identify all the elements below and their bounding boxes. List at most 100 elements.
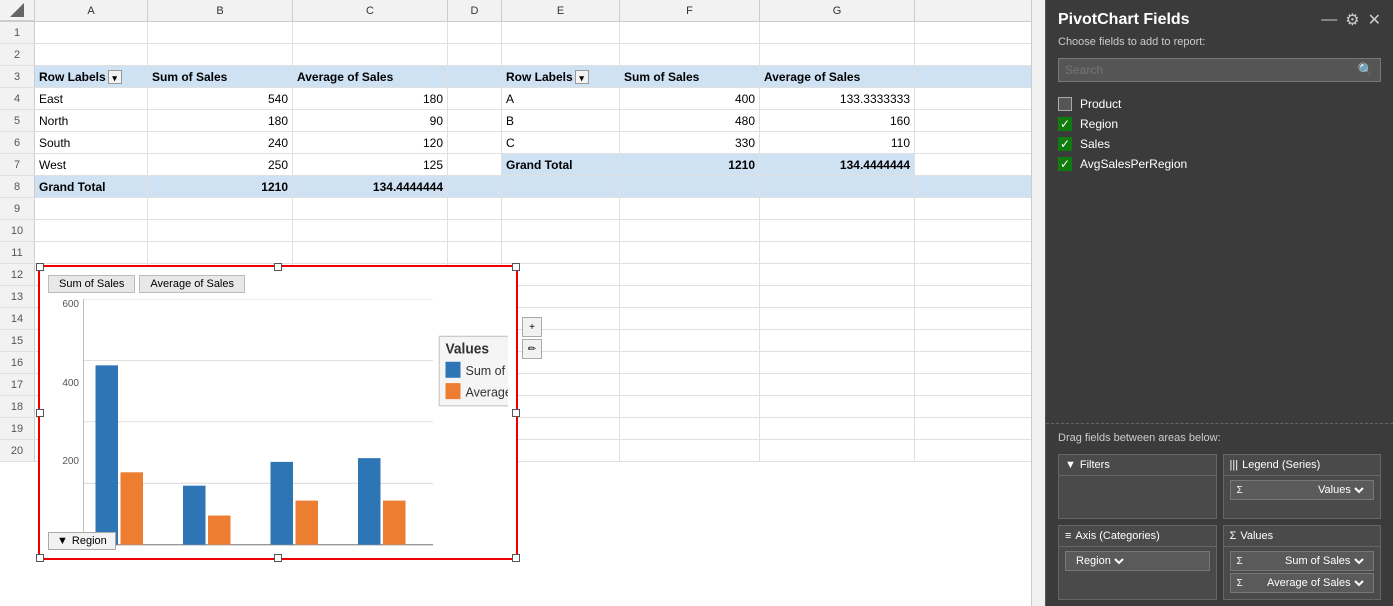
cell-c4[interactable]: 180 (293, 88, 448, 109)
close-button[interactable]: ✕ (1368, 10, 1381, 30)
cell-c5[interactable]: 90 (293, 110, 448, 131)
values-avg-chip[interactable]: Σ Average of Sales (1230, 573, 1375, 593)
cell-g1[interactable] (760, 22, 915, 43)
cell-f3[interactable]: Sum of Sales (620, 66, 760, 87)
cell-d1[interactable] (448, 22, 502, 43)
drag-area-values[interactable]: Σ Values Σ Sum of Sales Σ Average of Sal… (1223, 525, 1382, 600)
cell-b3[interactable]: Sum of Sales (148, 66, 293, 87)
legend-values-select[interactable]: Values (1314, 483, 1367, 497)
chart-filter-button[interactable]: ▼ Region (48, 532, 116, 550)
cell-d8[interactable] (448, 176, 502, 197)
resize-handle-left[interactable] (36, 409, 44, 417)
resize-handle-right[interactable] (512, 409, 520, 417)
resize-handle-tl[interactable] (36, 263, 44, 271)
values-avg-select[interactable]: Average of Sales (1263, 576, 1367, 590)
axis-region-select[interactable]: Region (1072, 554, 1127, 568)
legend-values-chip[interactable]: Σ Values (1230, 480, 1375, 500)
cell-b5[interactable]: 180 (148, 110, 293, 131)
cell-b1[interactable] (148, 22, 293, 43)
cell-d3[interactable] (448, 66, 502, 87)
cell-e4[interactable]: A (502, 88, 620, 109)
cell-e6[interactable]: C (502, 132, 620, 153)
drag-area-legend[interactable]: ||| Legend (Series) Σ Values (1223, 454, 1382, 519)
resize-handle-top[interactable] (274, 263, 282, 271)
values-sum-chip[interactable]: Σ Sum of Sales (1230, 551, 1375, 571)
cell-c8[interactable]: 134.4444444 (293, 176, 448, 197)
chart-pencil-button[interactable]: ✏ (522, 339, 542, 359)
cell-e2[interactable] (502, 44, 620, 65)
cell-a2[interactable] (35, 44, 148, 65)
cell-d6[interactable] (448, 132, 502, 153)
col-header-e[interactable]: E (502, 0, 620, 21)
cell-a5[interactable]: North (35, 110, 148, 131)
col-header-d[interactable]: D (448, 0, 502, 21)
col-header-g[interactable]: G (760, 0, 915, 21)
cell-d2[interactable] (448, 44, 502, 65)
drag-area-filters[interactable]: ▼ Filters (1058, 454, 1217, 519)
cell-c1[interactable] (293, 22, 448, 43)
cell-a4[interactable]: East (35, 88, 148, 109)
cell-c7[interactable]: 125 (293, 154, 448, 175)
field-checkbox-region[interactable]: ✓ (1058, 117, 1072, 131)
cell-b2[interactable] (148, 44, 293, 65)
cell-b6[interactable]: 240 (148, 132, 293, 153)
cell-g2[interactable] (760, 44, 915, 65)
search-input[interactable] (1059, 59, 1352, 81)
cell-f1[interactable] (620, 22, 760, 43)
cell-d4[interactable] (448, 88, 502, 109)
resize-handle-br[interactable] (512, 554, 520, 562)
cell-e5[interactable]: B (502, 110, 620, 131)
cell-e8[interactable] (502, 176, 620, 197)
cell-f7[interactable]: 1210 (620, 154, 760, 175)
cell-a7[interactable]: West (35, 154, 148, 175)
cell-c6[interactable]: 120 (293, 132, 448, 153)
minimize-button[interactable]: — (1321, 11, 1337, 29)
cell-g6[interactable]: 110 (760, 132, 915, 153)
drag-area-axis[interactable]: ≡ Axis (Categories) Region (1058, 525, 1217, 600)
cell-g8[interactable] (760, 176, 915, 197)
filter-button-e3[interactable]: ▾ (575, 70, 589, 84)
cell-a6[interactable]: South (35, 132, 148, 153)
cell-f8[interactable] (620, 176, 760, 197)
series-btn-sum[interactable]: Sum of Sales (48, 275, 135, 293)
cell-a1[interactable] (35, 22, 148, 43)
filter-button-a3[interactable]: ▾ (108, 70, 122, 84)
cell-g4[interactable]: 133.3333333 (760, 88, 915, 109)
resize-handle-bottom[interactable] (274, 554, 282, 562)
cell-e1[interactable] (502, 22, 620, 43)
cell-b4[interactable]: 540 (148, 88, 293, 109)
col-header-b[interactable]: B (148, 0, 293, 21)
vertical-scrollbar[interactable] (1031, 0, 1045, 606)
chart-plus-button[interactable]: + (522, 317, 542, 337)
axis-region-chip[interactable]: Region (1065, 551, 1210, 571)
cell-e3[interactable]: Row Labels ▾ (502, 66, 620, 87)
resize-handle-tr[interactable] (512, 263, 520, 271)
pivot-chart[interactable]: Sum of Sales Average of Sales 600 400 20… (38, 265, 518, 560)
values-sum-select[interactable]: Sum of Sales (1281, 554, 1367, 568)
resize-handle-bl[interactable] (36, 554, 44, 562)
col-header-c[interactable]: C (293, 0, 448, 21)
cell-c3[interactable]: Average of Sales (293, 66, 448, 87)
cell-f2[interactable] (620, 44, 760, 65)
cell-b7[interactable]: 250 (148, 154, 293, 175)
col-header-a[interactable]: A (35, 0, 148, 21)
cell-d7[interactable] (448, 154, 502, 175)
cell-g7[interactable]: 134.4444444 (760, 154, 915, 175)
field-checkbox-avgsales[interactable]: ✓ (1058, 157, 1072, 171)
col-header-f[interactable]: F (620, 0, 760, 21)
cell-f5[interactable]: 480 (620, 110, 760, 131)
cell-g5[interactable]: 160 (760, 110, 915, 131)
cell-e7[interactable]: Grand Total (502, 154, 620, 175)
field-checkbox-product[interactable] (1058, 97, 1072, 111)
cell-a3[interactable]: Row Labels ▾ (35, 66, 148, 87)
series-btn-avg[interactable]: Average of Sales (139, 275, 245, 293)
cell-f4[interactable]: 400 (620, 88, 760, 109)
field-checkbox-sales[interactable]: ✓ (1058, 137, 1072, 151)
cell-b8[interactable]: 1210 (148, 176, 293, 197)
cell-d5[interactable] (448, 110, 502, 131)
cell-g3[interactable]: Average of Sales (760, 66, 915, 87)
cell-f6[interactable]: 330 (620, 132, 760, 153)
cell-a8[interactable]: Grand Total (35, 176, 148, 197)
settings-icon-button[interactable]: ⚙ (1345, 10, 1359, 30)
cell-c2[interactable] (293, 44, 448, 65)
